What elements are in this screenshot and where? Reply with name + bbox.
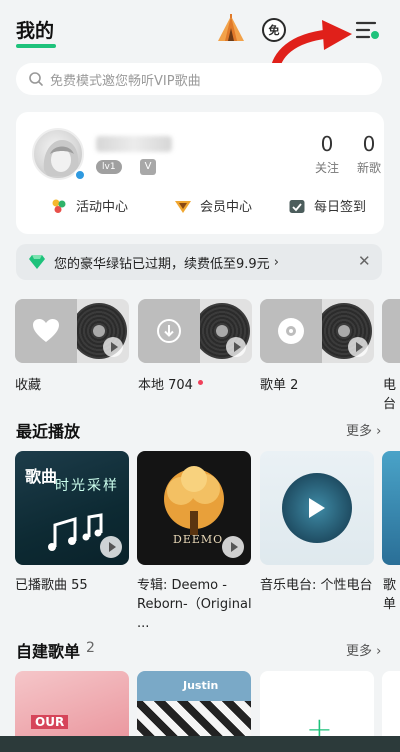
activity-icon xyxy=(52,199,66,213)
playlist-label[interactable]: 歌单 2 xyxy=(260,374,298,393)
vip-center-label: 会员中心 xyxy=(200,200,253,215)
tent-icon[interactable] xyxy=(216,14,246,44)
playlist-caption[interactable]: 歌单 xyxy=(383,576,400,614)
local-label[interactable]: 本地 704 xyxy=(138,374,193,393)
avatar-badge xyxy=(74,169,86,181)
page-title: 我的 xyxy=(16,20,55,42)
activity-center-link[interactable]: 活动中心 xyxy=(50,196,128,215)
new-songs-count[interactable]: 0 xyxy=(349,132,389,156)
play-icon[interactable] xyxy=(348,337,368,357)
download-icon xyxy=(157,319,181,343)
my-playlists-more-link[interactable]: 更多 › xyxy=(346,640,381,659)
vip-icon xyxy=(175,200,191,213)
follow-label[interactable]: 关注 xyxy=(307,159,347,176)
radio-label[interactable]: 电台 xyxy=(383,374,400,412)
daily-signin-label: 每日签到 xyxy=(314,200,367,215)
signin-icon xyxy=(289,199,305,213)
new-songs-label[interactable]: 新歌 xyxy=(349,159,389,176)
play-icon[interactable] xyxy=(222,536,244,558)
profile-card: lv1 V 0 关注 0 新歌 活动中心 会员中心 每日签到 xyxy=(16,112,384,234)
cover-text: Justin xyxy=(183,679,219,692)
music-notes-icon xyxy=(48,513,103,551)
activity-center-label: 活动中心 xyxy=(76,200,129,215)
banner-text: 您的豪华绿钻已过期，续费低至9.9元 xyxy=(54,256,270,272)
recent-section-title: 最近播放 xyxy=(16,422,81,441)
playlist-tile[interactable] xyxy=(260,299,374,363)
green-diamond-icon xyxy=(29,255,45,269)
search-bar[interactable]: 免费模式邀您畅听VIP歌曲 xyxy=(16,63,382,95)
heart-icon xyxy=(33,319,59,342)
play-icon[interactable] xyxy=(100,536,122,558)
vip-center-link[interactable]: 会员中心 xyxy=(174,196,252,215)
local-tile[interactable] xyxy=(138,299,252,363)
radio-cover[interactable] xyxy=(260,451,374,565)
cloud-icon xyxy=(382,299,400,363)
close-icon[interactable]: ✕ xyxy=(358,252,371,270)
renewal-banner[interactable]: 您的豪华绿钻已过期，续费低至9.9元 › xyxy=(16,244,382,280)
daily-signin-link[interactable]: 每日签到 xyxy=(288,196,366,215)
play-icon[interactable] xyxy=(309,498,325,518)
vip-mark-icon[interactable]: V xyxy=(140,159,156,175)
mini-player-bar[interactable] xyxy=(0,736,400,752)
playlist-cover[interactable] xyxy=(382,451,400,565)
my-playlists-count: 2 xyxy=(86,640,95,656)
deemo-album-cover[interactable]: DEEMO xyxy=(137,451,251,565)
cover-title: 歌曲 xyxy=(25,467,58,486)
cover-subtitle: 时光采样 xyxy=(55,478,119,494)
cover-title: DEEMO xyxy=(173,533,224,546)
deemo-album-caption[interactable]: 专辑: Deemo -Reborn-（Original ... xyxy=(137,576,255,633)
chevron-right-icon: › xyxy=(273,254,279,270)
follow-count[interactable]: 0 xyxy=(307,132,347,156)
unread-dot xyxy=(198,380,203,385)
disc-icon xyxy=(278,318,304,344)
play-icon[interactable] xyxy=(103,337,123,357)
played-songs-cover[interactable]: 歌曲 时光采样 xyxy=(15,451,129,565)
play-icon[interactable] xyxy=(226,337,246,357)
search-placeholder: 免费模式邀您畅听VIP歌曲 xyxy=(50,73,201,89)
radio-tile[interactable] xyxy=(382,299,400,363)
favorites-tile[interactable] xyxy=(15,299,129,363)
my-playlists-title: 自建歌单 xyxy=(16,642,81,661)
level-badge[interactable]: lv1 xyxy=(96,160,122,174)
played-songs-caption[interactable]: 已播歌曲 55 xyxy=(15,576,133,595)
recent-more-link[interactable]: 更多 › xyxy=(346,420,381,439)
search-icon xyxy=(29,72,43,86)
username-blurred xyxy=(96,136,172,152)
title-underline xyxy=(16,44,56,48)
cover-text: OUR xyxy=(31,715,69,729)
favorites-label[interactable]: 收藏 xyxy=(15,374,41,393)
radio-caption[interactable]: 音乐电台: 个性电台 xyxy=(260,576,378,595)
